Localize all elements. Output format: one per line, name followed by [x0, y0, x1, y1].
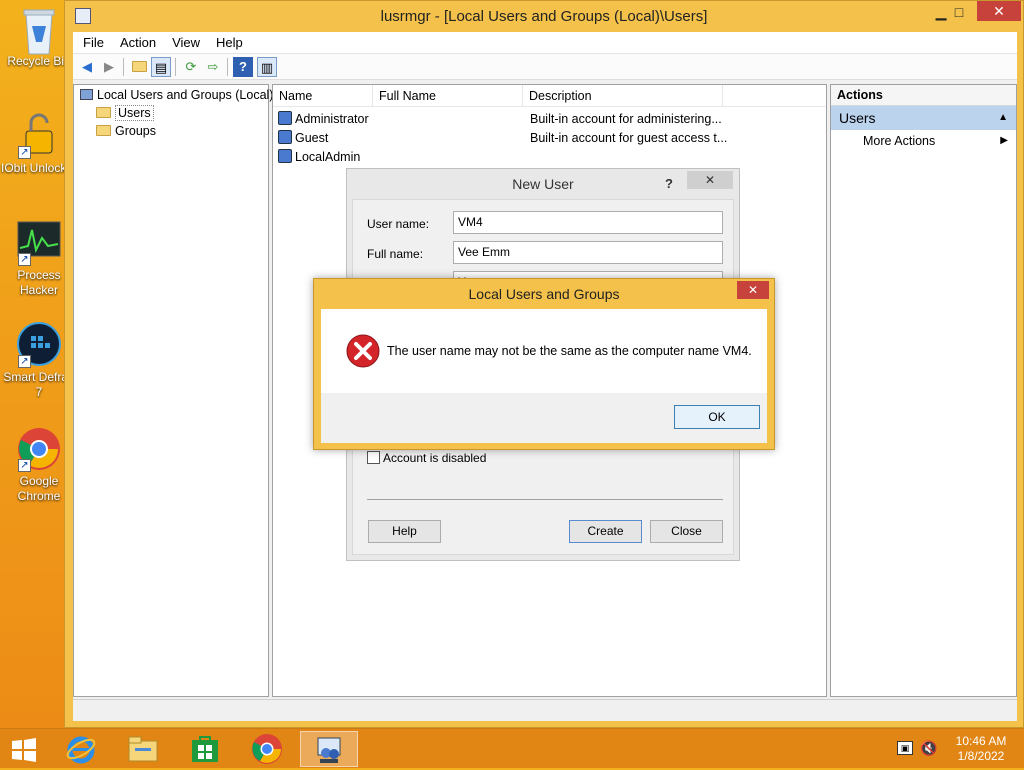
actions-header: Actions: [831, 85, 1016, 106]
close-button[interactable]: ✕: [977, 1, 1021, 21]
folder-icon: [96, 107, 111, 118]
menu-help[interactable]: Help: [208, 35, 251, 50]
table-row[interactable]: Administrator Built-in account for admin…: [273, 110, 826, 129]
table-row[interactable]: Guest Built-in account for guest access …: [273, 129, 826, 148]
network-tray-icon[interactable]: ▣: [897, 741, 913, 755]
error-body: The user name may not be the same as the…: [321, 309, 767, 443]
error-title: Local Users and Groups: [468, 286, 620, 302]
user-icon: [278, 149, 292, 163]
up-folder-icon[interactable]: [129, 57, 149, 77]
account-disabled-label: Account is disabled: [383, 451, 487, 465]
volume-muted-tray-icon[interactable]: 🔇: [920, 740, 937, 757]
lock-icon: ↗: [16, 113, 62, 159]
taskbar-lusrmgr[interactable]: [300, 731, 358, 767]
table-row[interactable]: LocalAdmin: [273, 148, 826, 167]
show-hide-tree-icon[interactable]: ▤: [151, 57, 171, 77]
window-title: lusrmgr - [Local Users and Groups (Local…: [380, 8, 708, 25]
user-icon: [278, 111, 292, 125]
folder-icon: [96, 125, 111, 136]
username-field[interactable]: VM4: [453, 211, 723, 234]
dialog-divider: [367, 499, 723, 500]
toolbar: ◀ ▶ ▤ ⟳ ⇨ ? ▥: [73, 54, 1017, 80]
user-icon: [278, 130, 292, 144]
menu-action[interactable]: Action: [112, 35, 164, 50]
computer-icon: [80, 89, 93, 100]
menu-bar: File Action View Help: [73, 32, 1017, 54]
chrome-icon: ↗: [16, 426, 62, 472]
error-titlebar[interactable]: Local Users and Groups ✕: [314, 279, 774, 309]
internet-explorer-icon: [66, 736, 96, 764]
computer-management-icon: [317, 737, 341, 763]
actions-pane: Actions Users ▲ More Actions ▶: [830, 84, 1017, 697]
help-icon[interactable]: ?: [233, 57, 253, 77]
clock[interactable]: 10:46 AM 1/8/2022: [946, 734, 1016, 764]
fullname-field[interactable]: Vee Emm: [453, 241, 723, 264]
chrome-icon: [252, 734, 282, 764]
window-app-icon: [75, 8, 91, 24]
error-close-button[interactable]: ✕: [737, 281, 769, 299]
process-hacker-icon: ↗: [16, 220, 62, 266]
error-message: The user name may not be the same as the…: [387, 344, 752, 358]
taskbar-file-explorer[interactable]: [114, 731, 172, 767]
account-disabled-checkbox[interactable]: [367, 451, 380, 464]
store-icon: [192, 736, 218, 762]
create-button[interactable]: Create: [569, 520, 642, 543]
recycle-bin-icon: [16, 6, 62, 55]
help-button[interactable]: Help: [368, 520, 441, 543]
tree-root[interactable]: Local Users and Groups (Local): [80, 86, 273, 104]
close-dialog-button[interactable]: Close: [650, 520, 723, 543]
window-titlebar[interactable]: lusrmgr - [Local Users and Groups (Local…: [65, 1, 1023, 32]
fullname-label: Full name:: [367, 247, 424, 261]
column-name[interactable]: Name: [273, 85, 373, 107]
taskbar-store[interactable]: [176, 731, 234, 767]
error-icon: [346, 334, 380, 368]
show-hide-action-pane-icon[interactable]: ▥: [257, 57, 277, 77]
forward-arrow-icon[interactable]: ▶: [99, 57, 119, 77]
list-header: Name Full Name Description: [273, 85, 826, 107]
dialog-help-button[interactable]: ?: [665, 169, 673, 199]
export-list-icon[interactable]: ⇨: [203, 57, 223, 77]
file-explorer-icon: [128, 736, 158, 762]
menu-view[interactable]: View: [164, 35, 208, 50]
username-label: User name:: [367, 217, 430, 231]
collapse-arrow-icon: ▲: [998, 112, 1008, 123]
ok-button[interactable]: OK: [674, 405, 760, 429]
column-full-name[interactable]: Full Name: [373, 85, 523, 107]
tree-item-groups[interactable]: Groups: [96, 122, 156, 140]
refresh-icon[interactable]: ⟳: [181, 57, 201, 77]
new-user-titlebar[interactable]: New User ? ✕: [347, 169, 739, 199]
clock-time: 10:46 AM: [955, 734, 1007, 748]
new-user-title: New User: [512, 176, 574, 192]
menu-file[interactable]: File: [75, 35, 112, 50]
error-dialog: Local Users and Groups ✕ The user name m…: [313, 278, 775, 450]
start-button[interactable]: [0, 731, 48, 767]
windows-logo-icon: [12, 738, 36, 762]
taskbar: ▣ 🔇 10:46 AM 1/8/2022: [0, 728, 1024, 768]
action-more-actions[interactable]: More Actions ▶: [831, 130, 1016, 152]
back-arrow-icon[interactable]: ◀: [77, 57, 97, 77]
taskbar-internet-explorer[interactable]: [52, 731, 110, 767]
dialog-close-button[interactable]: ✕: [687, 171, 733, 189]
defrag-icon: ↗: [16, 322, 62, 368]
maximize-button[interactable]: □: [943, 1, 975, 23]
submenu-arrow-icon: ▶: [1000, 135, 1008, 146]
column-description[interactable]: Description: [523, 85, 723, 107]
tree-item-users[interactable]: Users: [96, 104, 154, 122]
taskbar-chrome[interactable]: [238, 731, 296, 767]
tree-pane: Local Users and Groups (Local) Users Gro…: [73, 84, 273, 697]
message-area: The user name may not be the same as the…: [321, 309, 767, 393]
status-bar: [73, 699, 1017, 721]
clock-date: 1/8/2022: [957, 749, 1005, 763]
actions-section-users[interactable]: Users ▲: [831, 106, 1016, 130]
